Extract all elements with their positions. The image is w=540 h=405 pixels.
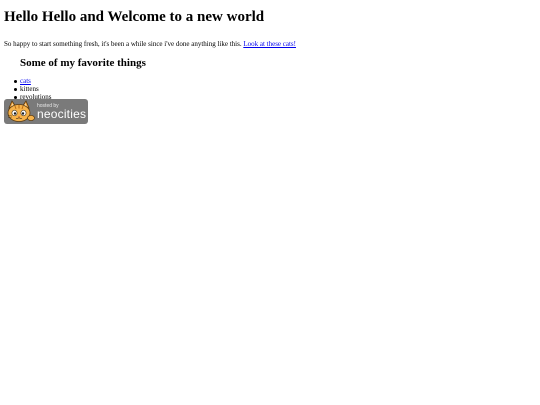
neocities-badge[interactable]: hosted by neocities bbox=[4, 99, 88, 124]
favorites-list: cats kittens revolutions bbox=[14, 77, 536, 101]
intro-text: So happy to start something fresh, it's … bbox=[4, 40, 244, 48]
favorites-heading: Some of my favorite things bbox=[20, 57, 146, 69]
cats-link[interactable]: Look at these cats! bbox=[243, 40, 296, 48]
page: Hello Hello and Welcome to a new world S… bbox=[0, 0, 540, 405]
page-title: Hello Hello and Welcome to a new world bbox=[4, 9, 265, 25]
cats-item-link[interactable]: cats bbox=[20, 77, 31, 85]
badge-neocities: neocities bbox=[37, 107, 87, 121]
favorites-section: Some of my favorite things cats kittens … bbox=[14, 56, 536, 101]
neocities-cat-icon bbox=[7, 100, 35, 122]
list-item: kittens bbox=[14, 85, 536, 93]
list-item: revolutions bbox=[14, 93, 536, 101]
list-item: cats bbox=[14, 77, 536, 85]
kittens-item: kittens bbox=[20, 85, 39, 93]
intro-paragraph: So happy to start something fresh, it's … bbox=[4, 40, 536, 49]
